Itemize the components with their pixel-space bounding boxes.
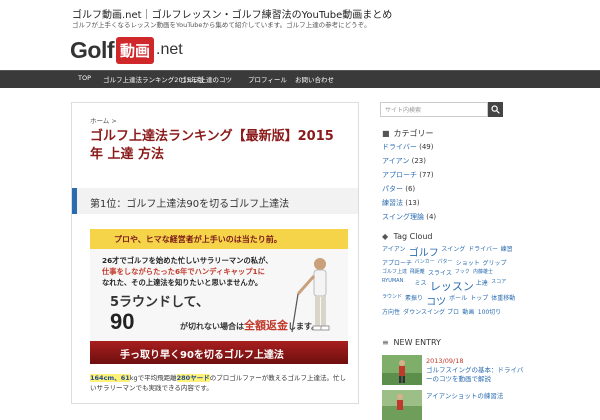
search-input[interactable]: サイト内検索 xyxy=(380,102,488,117)
tag-link[interactable]: 内藤雄士 xyxy=(473,268,493,275)
category-item[interactable]: ドライバー (49) xyxy=(382,142,433,152)
category-link[interactable]: 練習法 xyxy=(382,199,403,207)
tag-link[interactable]: ショット xyxy=(456,258,480,267)
section-heading-text: 第1位：ゴルフ上達法90を切るゴルフ上達法 xyxy=(90,199,290,210)
category-link[interactable]: パター xyxy=(382,185,403,193)
tag-link[interactable]: 体重移動 xyxy=(491,293,515,302)
tagcloud-heading-text: Tag Cloud xyxy=(393,232,433,241)
category-item[interactable]: スイング理論 (4) xyxy=(382,212,436,222)
banner-refund-em: 全額返金 xyxy=(244,319,288,332)
banner-top-text: プロや、ヒマな経営者が上手いのは当たり前。 xyxy=(114,235,282,244)
category-count: (4) xyxy=(426,213,437,221)
list-icon: ≡ xyxy=(382,338,389,347)
tag-link[interactable]: コツ xyxy=(426,293,446,308)
nav-profile[interactable]: プロフィール xyxy=(248,74,287,84)
category-link[interactable]: アプローチ xyxy=(382,171,417,179)
tag-link[interactable]: フック xyxy=(455,268,470,275)
category-count: (49) xyxy=(419,143,434,151)
categories-heading-text: カテゴリー xyxy=(393,129,434,138)
logo-net-text: .net xyxy=(156,41,183,58)
tag-link[interactable]: レッスン xyxy=(430,278,474,294)
category-item[interactable]: パター (6) xyxy=(382,184,415,194)
tag-link[interactable]: 上達 xyxy=(476,278,488,287)
tag-link[interactable]: ボール xyxy=(449,293,467,302)
search-icon xyxy=(491,105,500,114)
tag-link[interactable]: バンカー xyxy=(415,258,435,265)
tag-link[interactable]: アイアン xyxy=(382,244,405,253)
golfer-illustration xyxy=(291,258,330,333)
tag-link[interactable]: 練習 xyxy=(501,244,513,253)
banner-cta-bar[interactable]: 手っ取り早く90を切るゴルフ上達法 xyxy=(90,341,348,364)
tag-link[interactable]: 100切り xyxy=(478,307,501,316)
category-count: (13) xyxy=(405,199,420,207)
tag-link[interactable]: ゴルフ xyxy=(409,244,439,259)
tag-link[interactable]: 素振り xyxy=(405,293,423,302)
nav-top[interactable]: TOP xyxy=(78,74,91,82)
entry-title[interactable]: ゴルフスイングの基本：ドライバーのコツを動画で解説 xyxy=(426,366,526,384)
tag-link[interactable]: アプローチ xyxy=(382,258,412,267)
section-heading: 第1位：ゴルフ上達法90を切るゴルフ上達法 xyxy=(72,188,358,214)
banner-top-strip: プロや、ヒマな経営者が上手いのは当たり前。 xyxy=(90,229,348,249)
category-item[interactable]: アプローチ (77) xyxy=(382,170,434,180)
entry-thumbnail[interactable] xyxy=(382,390,422,420)
banner-refund-pre: が切れない場合は xyxy=(180,322,244,331)
main-content: ホーム > ゴルフ上達法ランキング【最新版】2015年 上達 方法 第1位：ゴル… xyxy=(71,102,359,404)
category-item[interactable]: 練習法 (13) xyxy=(382,198,420,208)
tag-link[interactable]: スライス xyxy=(428,268,452,277)
new-entry-heading: ≡ NEW ENTRY xyxy=(382,338,441,347)
banner-line-1: 26才でゴルフを始めた忙しいサラリーマンの私が、 xyxy=(102,256,273,265)
logo-mid-text: 動画 xyxy=(116,36,155,64)
tag-link[interactable]: ダウンスイング xyxy=(403,307,445,316)
logo-golf-text: Golf xyxy=(70,36,115,63)
breadcrumb[interactable]: ホーム > xyxy=(90,115,117,125)
tag-link[interactable]: グリップ xyxy=(483,258,507,267)
main-nav: TOP ゴルフ上達法ランキング2015年版 ゴルフ上達のコツ プロフィール お問… xyxy=(0,70,600,88)
tag-link[interactable]: スイング xyxy=(441,244,465,253)
site-logo[interactable]: Golf 動画 .net xyxy=(70,33,183,67)
categories-heading: ■ カテゴリー xyxy=(382,128,434,139)
nav-tips[interactable]: ゴルフ上達のコツ xyxy=(180,74,232,84)
post-body: 164cm、61kgで平均飛距離280ヤードのプロゴルファーが教えるゴルフ上達法… xyxy=(90,373,348,393)
entry-thumbnail[interactable] xyxy=(382,355,422,385)
tag-link[interactable]: 方向性 xyxy=(382,307,400,316)
body-mid: kgで平均飛距離 xyxy=(129,374,177,382)
banner-rounds: 5ラウンドして、 xyxy=(110,295,210,310)
banner-line-3: なれた、その上達法を知りたいと思いませんか。 xyxy=(102,278,263,287)
highlight-distance: 280ヤード xyxy=(176,374,210,382)
tag-link[interactable]: ミス xyxy=(415,278,427,287)
promo-banner[interactable]: プロや、ヒマな経営者が上手いのは当たり前。 26才でゴルフを始めた忙しいサラリー… xyxy=(90,229,348,364)
nav-contact[interactable]: お問い合わせ xyxy=(295,74,334,84)
category-link[interactable]: ドライバー xyxy=(382,143,417,151)
tag-link[interactable]: 飛距離 xyxy=(410,268,425,275)
tag-link[interactable]: ラウンド xyxy=(382,293,402,300)
highlight-height: 164cm、61 xyxy=(90,374,130,382)
banner-cta-text: 手っ取り早く90を切るゴルフ上達法 xyxy=(120,350,284,361)
tag-link[interactable]: ゴルフ上達 xyxy=(382,268,407,275)
tag-link[interactable]: スコア xyxy=(491,278,506,285)
tag-link[interactable]: 動画 xyxy=(462,307,474,316)
category-count: (23) xyxy=(411,157,426,165)
category-count: (77) xyxy=(419,171,434,179)
category-item[interactable]: アイアン (23) xyxy=(382,156,426,166)
banner-90: 90 xyxy=(110,309,135,334)
category-link[interactable]: スイング理論 xyxy=(382,213,424,221)
tag-link[interactable]: パター xyxy=(438,258,453,265)
tagcloud-heading: ◆ Tag Cloud xyxy=(382,232,432,241)
post-title: ゴルフ上達法ランキング【最新版】2015年 上達 方法 xyxy=(90,129,334,162)
folder-icon: ■ xyxy=(382,129,390,138)
tag-link[interactable]: プロ xyxy=(447,307,459,316)
tag-cloud: アイアン ゴルフ スイング ドライバー 練習アプローチ バンカー パター ショット グリップゴル… xyxy=(382,244,524,324)
banner-copy: 26才でゴルフを始めた忙しいサラリーマンの私が、 仕事をしながらたった6年でハン… xyxy=(102,255,277,288)
new-entry-heading-text: NEW ENTRY xyxy=(393,338,441,347)
tag-icon: ◆ xyxy=(382,232,389,241)
entry-date: 2013/09/18 xyxy=(426,357,464,365)
category-count: (6) xyxy=(405,185,416,193)
tag-link[interactable]: ドライバー xyxy=(468,244,498,253)
tag-link[interactable]: トップ xyxy=(470,293,488,302)
banner-line-2: 仕事をしながらたった6年でハンディキャップ1に xyxy=(102,267,265,276)
site-subtitle: ゴルフが上手くなるレッスン動画をYouTubeから集めて紹介しています。ゴルフ上… xyxy=(72,21,371,29)
tag-link[interactable]: RYUMAN xyxy=(382,278,403,284)
search-button[interactable] xyxy=(488,102,503,117)
category-link[interactable]: アイアン xyxy=(382,157,409,165)
